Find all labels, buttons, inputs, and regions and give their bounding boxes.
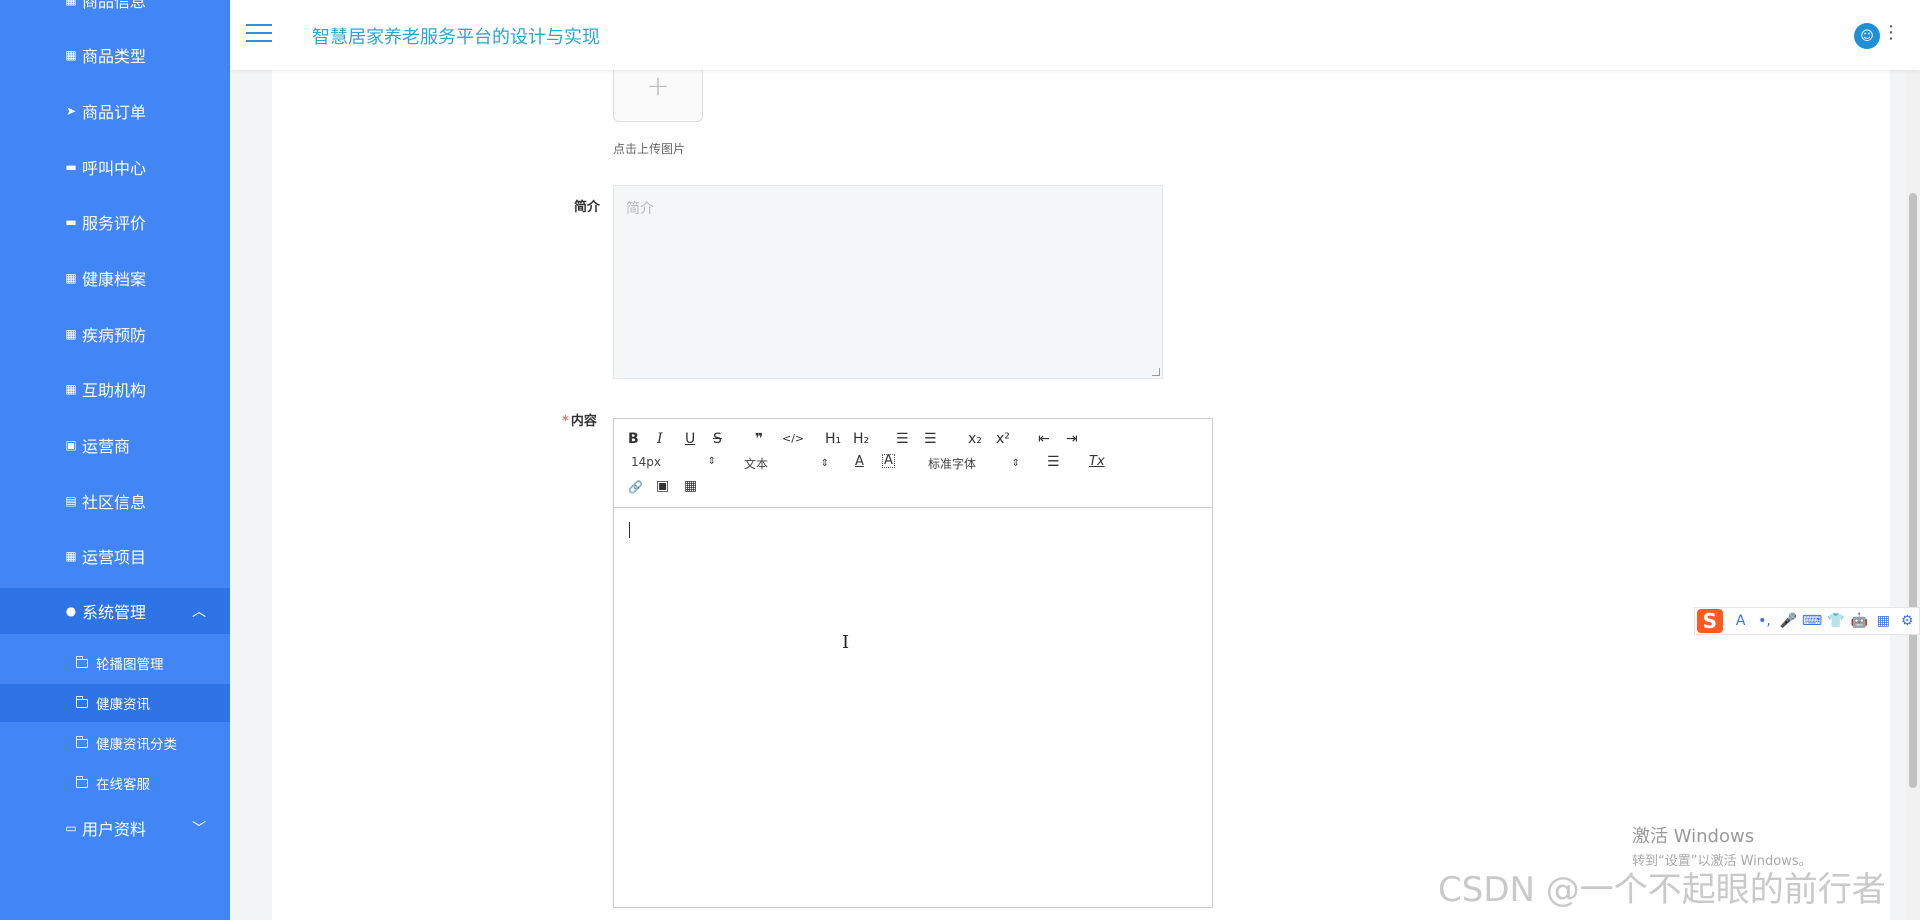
grid-icon: ▦ [65, 271, 77, 285]
submenu-item-carousel[interactable]: 轮播图管理 [0, 644, 230, 682]
user-icon: ● [65, 604, 77, 618]
submenu-item-health-news[interactable]: 健康资讯 [0, 684, 254, 722]
robot-icon[interactable]: 🤖 [1848, 613, 1872, 629]
link-button[interactable]: 🔗 [628, 479, 643, 495]
chevron-down-icon: ﹀ [192, 821, 206, 837]
sidebar-item-system-management[interactable]: ● 系统管理 ︿ [0, 588, 264, 634]
ordered-list-button[interactable]: ☰ [896, 431, 909, 447]
microphone-icon[interactable]: 🎤 [1776, 613, 1800, 629]
rich-text-editor: B I U S ❞ </> H₁ H₂ ☰ ☰ x₂ x² ⇤ ⇥ 14px ⇕ … [613, 418, 1213, 908]
superscript-button[interactable]: x² [996, 431, 1010, 447]
scrollbar-thumb[interactable] [1909, 193, 1917, 788]
sidebar-item-product-type[interactable]: ▦ 商品类型 [0, 35, 230, 75]
folder-icon [76, 735, 88, 748]
sidebar-item-disease-prevention[interactable]: ▦ 疾病预防 [0, 314, 230, 354]
sidebar-item-call-center[interactable]: ▬ 呼叫中心 [0, 147, 230, 187]
italic-button[interactable]: I [657, 431, 663, 447]
plus-icon: + [646, 69, 670, 102]
select-arrow-icon: ⇕ [820, 457, 829, 469]
avatar[interactable]: ☺ [1854, 23, 1880, 49]
outdent-button[interactable]: ⇤ [1038, 431, 1050, 447]
underline-button[interactable]: U [685, 431, 695, 447]
paragraph-format-select[interactable]: 文本 ⇕ [744, 455, 829, 472]
briefcase-icon: ▣ [65, 438, 77, 452]
header-1-button[interactable]: H₁ [825, 431, 841, 447]
ime-toolbar: S A •, 🎤 ⌨ 👕 🤖 ▦ ⚙ [1694, 607, 1920, 635]
folder-icon [76, 695, 88, 708]
subscript-button[interactable]: x₂ [968, 431, 982, 447]
monitor-icon: ▬ [65, 160, 77, 174]
apps-icon[interactable]: ▦ [1871, 613, 1895, 629]
content-label: * 内容 [562, 414, 597, 429]
resize-handle[interactable] [1152, 368, 1160, 376]
bullet-list-button[interactable]: ☰ [924, 431, 937, 447]
sidebar-item-user-profile[interactable]: ▭ 用户资料 ﹀ [0, 808, 230, 848]
keyboard-icon[interactable]: ⌨ [1800, 613, 1824, 629]
folder-icon [76, 655, 88, 668]
ime-language-icon[interactable]: A [1729, 613, 1753, 629]
background-color-button[interactable]: A [882, 454, 895, 468]
editor-content-area[interactable] [614, 508, 1212, 908]
send-icon: ➤ [65, 104, 77, 118]
grid-icon: ▦ [65, 48, 77, 62]
upload-tip: 点击上传图片 [613, 142, 686, 156]
menu-toggle-icon[interactable] [246, 24, 272, 44]
align-button[interactable]: ☰ [1047, 454, 1060, 470]
code-block-button[interactable]: </> [782, 431, 804, 447]
sidebar: ▦ 商品信息 ▦ 商品类型 ➤ 商品订单 ▬ 呼叫中心 ▬ 服务评价 ▦ 健康档… [0, 0, 264, 920]
intro-placeholder: 简介 [626, 201, 654, 217]
more-vertical-icon[interactable]: ⋮ [1882, 24, 1900, 42]
grid-icon: ▦ [65, 327, 77, 341]
sogou-logo[interactable]: S [1697, 609, 1723, 633]
settings-icon[interactable]: ⚙ [1895, 613, 1919, 629]
sidebar-item-community-info[interactable]: ▤ 社区信息 [0, 481, 230, 521]
image-button[interactable]: ▣ [656, 478, 669, 494]
header-2-button[interactable]: H₂ [853, 431, 869, 447]
select-arrow-icon: ⇕ [707, 456, 716, 467]
calendar-icon: ▭ [65, 821, 77, 835]
submenu-item-online-service[interactable]: 在线客服 [0, 764, 230, 802]
sidebar-item-service-review[interactable]: ▬ 服务评价 [0, 202, 230, 242]
blockquote-button[interactable]: ❞ [755, 431, 763, 447]
intro-label: 简介 [574, 200, 601, 215]
bold-button[interactable]: B [628, 431, 639, 447]
sidebar-item-product-order[interactable]: ➤ 商品订单 [0, 91, 230, 131]
select-arrow-icon: ⇕ [1011, 457, 1020, 469]
sidebar-item-product-info[interactable]: ▦ 商品信息 [0, 0, 230, 20]
font-size-select[interactable]: 14px ⇕ [631, 455, 716, 469]
strike-button[interactable]: S [713, 431, 722, 447]
font-family-select[interactable]: 标准字体 ⇕ [928, 455, 1020, 472]
ime-punctuation-icon[interactable]: •, [1753, 613, 1777, 629]
text-caret [629, 522, 630, 538]
top-header: 智慧居家养老服务平台的设计与实现 ☺ ⋮ [230, 0, 1920, 70]
grid-icon: ▦ [65, 382, 77, 396]
grid-icon: ▦ [65, 549, 77, 563]
chevron-up-icon: ︿ [192, 604, 206, 620]
editor-toolbar: B I U S ❞ </> H₁ H₂ ☰ ☰ x₂ x² ⇤ ⇥ 14px ⇕ … [614, 419, 1212, 508]
sidebar-item-operator[interactable]: ▣ 运营商 [0, 425, 230, 465]
intro-textarea[interactable]: 简介 [613, 185, 1163, 379]
font-color-button[interactable]: A [855, 454, 864, 470]
clean-format-button[interactable]: Tx [1089, 454, 1105, 470]
csdn-watermark: CSDN @一个不起眼的前行者 [1438, 870, 1886, 910]
windows-activation-title: 激活 Windows [1632, 826, 1755, 847]
folder-icon [76, 775, 88, 788]
video-button[interactable]: ▦ [684, 478, 697, 494]
app-title: 智慧居家养老服务平台的设计与实现 [312, 27, 600, 48]
sidebar-item-health-record[interactable]: ▦ 健康档案 [0, 258, 230, 298]
file-icon: ▤ [65, 494, 77, 508]
required-mark: * [562, 414, 569, 429]
sidebar-item-mutual-aid[interactable]: ▦ 互助机构 [0, 369, 230, 409]
ibeam-cursor-icon: I [842, 632, 850, 653]
monitor-icon: ▬ [65, 215, 77, 229]
sidebar-item-operation-project[interactable]: ▦ 运营项目 [0, 536, 230, 576]
indent-button[interactable]: ⇥ [1066, 431, 1078, 447]
skin-icon[interactable]: 👕 [1824, 613, 1848, 629]
grid-icon: ▦ [65, 0, 77, 7]
submenu-item-health-news-category[interactable]: 健康资讯分类 [0, 724, 230, 762]
